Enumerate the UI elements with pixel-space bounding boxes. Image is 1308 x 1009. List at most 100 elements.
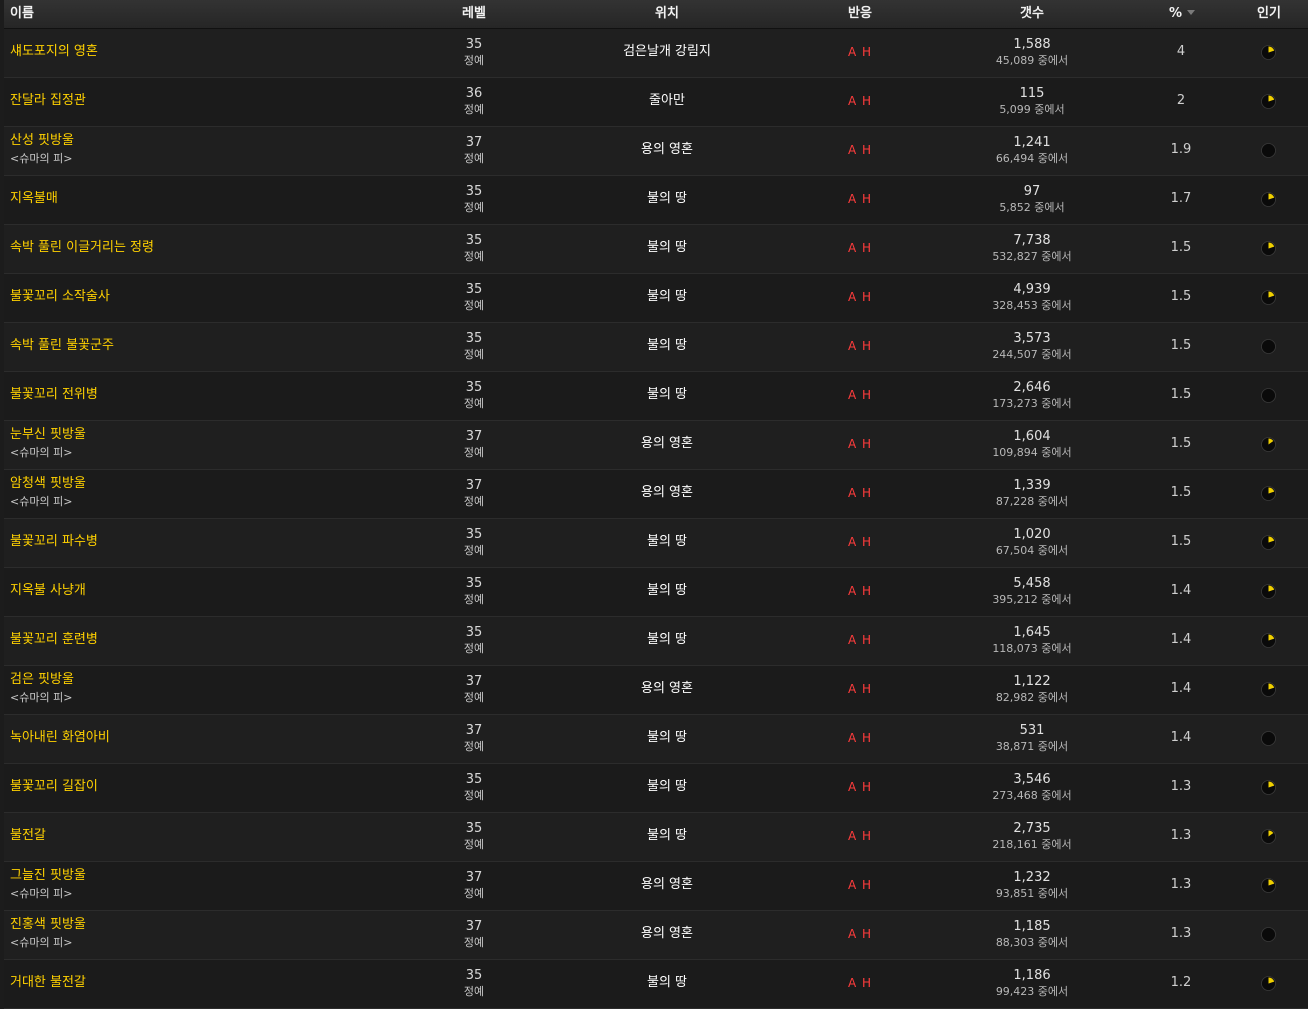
location-link[interactable]: 용의 영혼 — [567, 485, 767, 501]
header-name[interactable]: 이름 — [10, 5, 34, 23]
location-link[interactable]: 불의 땅 — [567, 583, 767, 599]
npc-name-link[interactable]: 거대한 불전갈 — [10, 975, 86, 991]
level-type: 정예 — [463, 985, 485, 998]
react-indicator: A H — [847, 45, 873, 59]
npc-name-link[interactable]: 지옥불매 — [10, 191, 58, 207]
location-link[interactable]: 줄아만 — [567, 93, 767, 109]
location-link[interactable]: 검은날개 강림지 — [567, 44, 767, 60]
header-percent[interactable]: % — [1169, 5, 1196, 23]
popularity-pie-icon — [1261, 94, 1276, 109]
drop-total: 532,827 중에서 — [992, 250, 1072, 263]
level-type: 정예 — [463, 495, 485, 508]
drop-count: 1,645 — [1013, 625, 1051, 640]
npc-name-link[interactable]: 눈부신 핏방울 — [10, 427, 86, 443]
popularity-pie-icon — [1261, 241, 1276, 256]
drop-count: 5,458 — [1013, 576, 1051, 591]
drop-count: 3,546 — [1013, 772, 1051, 787]
location-link[interactable]: 용의 영혼 — [567, 926, 767, 942]
table-row: 속박 풀린 불꽃군주 35 정예 불의 땅 A H 3,573 244,507 중에서 1.5 — [4, 323, 1308, 372]
table-row: 산성 핏방울 <슈마의 피> 37 정예 용의 영혼 A H 1,241 66,494 중에서… — [4, 127, 1308, 176]
table-row: 불꽃꼬리 전위병 35 정예 불의 땅 A H 2,646 173,273 중에서 1.5 — [4, 372, 1308, 421]
header-popularity[interactable]: 인기 — [1244, 5, 1294, 23]
location-link[interactable]: 불의 땅 — [567, 338, 767, 354]
location-link[interactable]: 불의 땅 — [567, 828, 767, 844]
level-type: 정예 — [463, 299, 485, 312]
npc-name-link[interactable]: 산성 핏방울 — [10, 133, 74, 149]
popularity-pie-icon — [1261, 535, 1276, 550]
level-value: 35 — [465, 576, 483, 591]
level-type: 정예 — [463, 544, 485, 557]
react-indicator: A H — [847, 633, 873, 647]
level-type: 정예 — [463, 54, 485, 67]
npc-name-link[interactable]: 그늘진 핏방울 — [10, 868, 86, 884]
npc-name-link[interactable]: 속박 풀린 이글거리는 정령 — [10, 240, 154, 256]
drop-percent: 1.3 — [1170, 877, 1192, 892]
npc-tag: <슈마의 피> — [10, 936, 73, 949]
header-react[interactable]: 반응 — [824, 5, 896, 23]
npc-name-link[interactable]: 속박 풀린 불꽃군주 — [10, 338, 114, 354]
level-value: 37 — [465, 723, 483, 738]
react-indicator: A H — [847, 731, 873, 745]
npc-name-link[interactable]: 지옥불 사냥개 — [10, 583, 86, 599]
npc-name-link[interactable]: 녹아내린 화염아비 — [10, 730, 110, 746]
react-indicator: A H — [847, 829, 873, 843]
drop-count: 7,738 — [1013, 233, 1051, 248]
drop-count: 1,241 — [1013, 135, 1051, 150]
npc-name-link[interactable]: 불꽃꼬리 소작술사 — [10, 289, 110, 305]
popularity-pie-icon — [1261, 290, 1276, 305]
npc-name-link[interactable]: 검은 핏방울 — [10, 672, 74, 688]
npc-name-link[interactable]: 불전갈 — [10, 828, 46, 844]
location-link[interactable]: 불의 땅 — [567, 779, 767, 795]
drop-count: 3,573 — [1013, 331, 1051, 346]
level-value: 37 — [465, 429, 483, 444]
drop-count: 1,185 — [1013, 919, 1051, 934]
location-link[interactable]: 용의 영혼 — [567, 142, 767, 158]
drop-total: 5,099 중에서 — [999, 103, 1065, 116]
table-row: 지옥불 사냥개 35 정예 불의 땅 A H 5,458 395,212 중에서 1.4 — [4, 568, 1308, 617]
npc-name-link[interactable]: 불꽃꼬리 파수병 — [10, 534, 98, 550]
level-value: 35 — [465, 184, 483, 199]
header-location[interactable]: 위치 — [567, 5, 767, 23]
drop-count: 2,735 — [1013, 821, 1051, 836]
location-link[interactable]: 불의 땅 — [567, 632, 767, 648]
location-link[interactable]: 불의 땅 — [567, 240, 767, 256]
location-link[interactable]: 불의 땅 — [567, 975, 767, 991]
npc-name-link[interactable]: 진홍색 핏방울 — [10, 917, 86, 933]
drop-percent: 4 — [1176, 44, 1186, 59]
npc-name-link[interactable]: 잔달라 집정관 — [10, 93, 86, 109]
location-link[interactable]: 불의 땅 — [567, 534, 767, 550]
popularity-pie-icon — [1261, 878, 1276, 893]
drop-percent: 1.3 — [1170, 779, 1192, 794]
table-row: 암청색 핏방울 <슈마의 피> 37 정예 용의 영혼 A H 1,339 87,228 중에… — [4, 470, 1308, 519]
location-link[interactable]: 불의 땅 — [567, 730, 767, 746]
location-link[interactable]: 용의 영혼 — [567, 877, 767, 893]
npc-name-link[interactable]: 섀도포지의 영혼 — [10, 44, 98, 60]
popularity-pie-icon — [1261, 780, 1276, 795]
drop-percent: 1.4 — [1170, 583, 1192, 598]
drop-percent: 1.4 — [1170, 730, 1192, 745]
drop-total: 109,894 중에서 — [992, 446, 1072, 459]
table-row: 진홍색 핏방울 <슈마의 피> 37 정예 용의 영혼 A H 1,185 88,303 중에… — [4, 911, 1308, 960]
popularity-pie-icon — [1261, 388, 1276, 403]
drop-total: 99,423 중에서 — [995, 985, 1069, 998]
npc-name-link[interactable]: 불꽃꼬리 훈련병 — [10, 632, 98, 648]
header-count[interactable]: 갯수 — [947, 5, 1117, 23]
table-row: 거대한 불전갈 35 정예 불의 땅 A H 1,186 99,423 중에서 1.2 — [4, 960, 1308, 1009]
drop-count: 1,604 — [1013, 429, 1051, 444]
location-link[interactable]: 불의 땅 — [567, 387, 767, 403]
drop-count: 1,232 — [1013, 870, 1051, 885]
table-row: 속박 풀린 이글거리는 정령 35 정예 불의 땅 A H 7,738 532,827 중에… — [4, 225, 1308, 274]
location-link[interactable]: 용의 영혼 — [567, 681, 767, 697]
location-link[interactable]: 용의 영혼 — [567, 436, 767, 452]
react-indicator: A H — [847, 143, 873, 157]
header-level[interactable]: 레벨 — [444, 5, 504, 23]
drop-total: 45,089 중에서 — [995, 54, 1069, 67]
header-percent-label: % — [1169, 6, 1183, 21]
drop-count: 1,122 — [1013, 674, 1051, 689]
location-link[interactable]: 불의 땅 — [567, 289, 767, 305]
npc-name-link[interactable]: 불꽃꼬리 길잡이 — [10, 779, 98, 795]
npc-name-link[interactable]: 불꽃꼬리 전위병 — [10, 387, 98, 403]
drop-percent: 1.5 — [1170, 338, 1192, 353]
location-link[interactable]: 불의 땅 — [567, 191, 767, 207]
npc-name-link[interactable]: 암청색 핏방울 — [10, 476, 86, 492]
